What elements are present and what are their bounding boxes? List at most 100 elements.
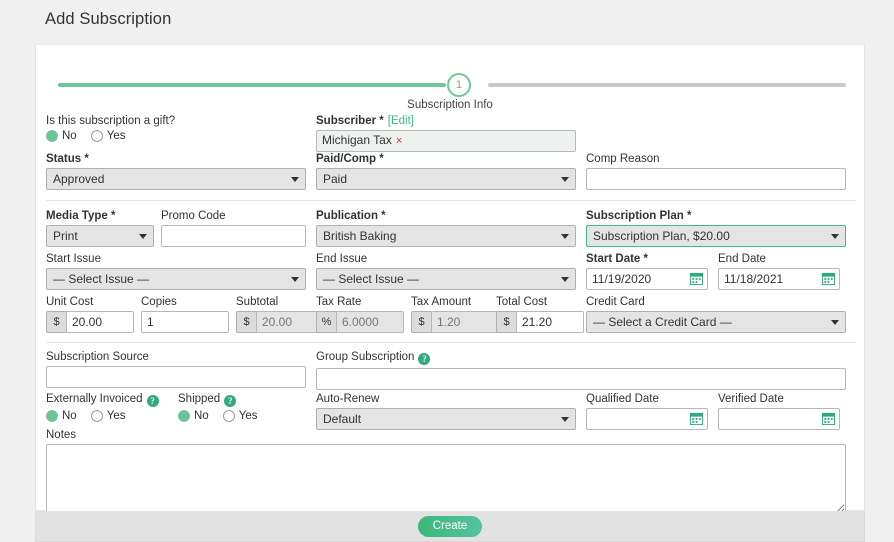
publication-select-wrap: British Baking bbox=[316, 225, 576, 247]
subscription-plan-field: Subscription Plan * Subscription Plan, $… bbox=[586, 210, 846, 247]
start-issue-select-wrap: — Select Issue — bbox=[46, 268, 306, 290]
tax-amount-input bbox=[431, 311, 499, 333]
promo-code-input[interactable] bbox=[161, 225, 306, 247]
shipped-field: Shipped? No Yes bbox=[178, 393, 308, 422]
total-cost-input[interactable] bbox=[516, 311, 584, 333]
copies-field: Copies bbox=[141, 296, 229, 333]
verified-date-label: Verified Date bbox=[718, 393, 784, 405]
start-date-input[interactable] bbox=[586, 268, 708, 290]
media-type-field: Media Type * Print bbox=[46, 210, 154, 247]
end-date-input[interactable] bbox=[718, 268, 840, 290]
verified-date-field: Verified Date bbox=[718, 393, 840, 430]
tax-amount-field: Tax Amount $ bbox=[411, 296, 499, 333]
externally-invoiced-label-text: Externally Invoiced bbox=[46, 393, 143, 405]
status-field: Status * Approved bbox=[46, 153, 306, 190]
start-date-input-wrap bbox=[586, 268, 708, 290]
gift-radio-yes-label: Yes bbox=[106, 130, 126, 142]
gift-radio-group: No Yes bbox=[46, 130, 306, 142]
status-select-wrap: Approved bbox=[46, 168, 306, 190]
gift-radio-no-label: No bbox=[62, 130, 77, 142]
tax-amount-input-wrap: $ bbox=[411, 311, 499, 333]
shipped-radio-yes[interactable] bbox=[222, 410, 235, 422]
subscription-source-label: Subscription Source bbox=[46, 351, 149, 363]
subscription-source-field: Subscription Source bbox=[46, 351, 306, 388]
subscriber-field: Subscriber * [Edit] Michigan Tax × bbox=[316, 115, 576, 152]
gift-label: Is this subscription a gift? bbox=[46, 115, 176, 127]
paid-comp-select-wrap: Paid bbox=[316, 168, 576, 190]
paid-comp-field: Paid/Comp * Paid bbox=[316, 153, 576, 190]
subscriber-token-label: Michigan Tax bbox=[322, 133, 392, 147]
total-cost-label: Total Cost bbox=[496, 296, 548, 308]
verified-date-input-wrap bbox=[718, 408, 840, 430]
qualified-date-label: Qualified Date bbox=[586, 393, 659, 405]
qualified-date-input[interactable] bbox=[586, 408, 708, 430]
tax-rate-input bbox=[336, 311, 404, 333]
subscriber-token-field[interactable]: Michigan Tax × bbox=[316, 130, 576, 152]
unit-cost-label: Unit Cost bbox=[46, 296, 94, 308]
page-root: Add Subscription 1 Subscription Info Is … bbox=[0, 0, 894, 542]
notes-label: Notes bbox=[46, 429, 77, 441]
auto-renew-select[interactable]: Default bbox=[316, 408, 576, 430]
verified-date-input[interactable] bbox=[718, 408, 840, 430]
subscriber-label-text: Subscriber * bbox=[316, 115, 384, 127]
help-icon[interactable]: ? bbox=[418, 353, 431, 365]
subscription-plan-select[interactable]: Subscription Plan, $20.00 bbox=[586, 225, 846, 247]
end-date-field: End Date bbox=[718, 253, 840, 290]
gift-field: Is this subscription a gift? No Yes bbox=[46, 115, 306, 142]
subscriber-edit-link[interactable]: [Edit] bbox=[388, 115, 414, 127]
promo-code-label: Promo Code bbox=[161, 210, 226, 222]
currency-prefix-icon: $ bbox=[236, 311, 256, 333]
gift-radio-yes[interactable] bbox=[90, 130, 103, 142]
notes-field: Notes bbox=[46, 429, 846, 519]
shipped-radio-no[interactable] bbox=[178, 410, 190, 422]
unit-cost-input[interactable] bbox=[66, 311, 134, 333]
tax-rate-label: Tax Rate bbox=[316, 296, 362, 308]
end-issue-label: End Issue bbox=[316, 253, 368, 265]
media-type-select-wrap: Print bbox=[46, 225, 154, 247]
end-issue-select[interactable]: — Select Issue — bbox=[316, 268, 576, 290]
currency-prefix-icon: $ bbox=[46, 311, 66, 333]
media-type-select[interactable]: Print bbox=[46, 225, 154, 247]
externally-invoiced-radio-no-label: No bbox=[62, 410, 77, 422]
help-icon[interactable]: ? bbox=[146, 395, 159, 407]
help-icon[interactable]: ? bbox=[224, 395, 237, 407]
subscriber-token-remove-icon[interactable]: × bbox=[396, 135, 402, 147]
media-type-label: Media Type * bbox=[46, 210, 116, 222]
end-date-input-wrap bbox=[718, 268, 840, 290]
subscription-plan-select-wrap: Subscription Plan, $20.00 bbox=[586, 225, 846, 247]
notes-textarea[interactable] bbox=[46, 444, 846, 514]
start-date-field: Start Date * bbox=[586, 253, 708, 290]
externally-invoiced-radio-yes[interactable] bbox=[90, 410, 103, 422]
status-label: Status * bbox=[46, 153, 89, 165]
page-title: Add Subscription bbox=[45, 10, 172, 28]
externally-invoiced-radio-yes-label: Yes bbox=[106, 410, 126, 422]
create-button[interactable]: Create bbox=[418, 516, 482, 537]
group-subscription-input[interactable] bbox=[316, 368, 846, 390]
copies-input[interactable] bbox=[141, 311, 229, 333]
shipped-radio-group: No Yes bbox=[178, 410, 308, 422]
publication-select[interactable]: British Baking bbox=[316, 225, 576, 247]
subscriber-label: Subscriber * [Edit] bbox=[316, 115, 576, 127]
subtotal-input bbox=[256, 311, 324, 333]
credit-card-select[interactable]: — Select a Credit Card — bbox=[586, 311, 846, 333]
start-issue-select[interactable]: — Select Issue — bbox=[46, 268, 306, 290]
stepper-step-1-circle[interactable]: 1 bbox=[447, 73, 471, 97]
tax-rate-field: Tax Rate % bbox=[316, 296, 404, 333]
gift-radio-no[interactable] bbox=[46, 130, 58, 142]
qualified-date-input-wrap bbox=[586, 408, 708, 430]
stepper-step-1-label: Subscription Info bbox=[407, 99, 493, 111]
comp-reason-field: Comp Reason bbox=[586, 153, 846, 190]
subscription-source-input[interactable] bbox=[46, 366, 306, 388]
stepper-progress-remaining bbox=[488, 83, 846, 87]
group-subscription-label: Group Subscription? bbox=[316, 351, 846, 365]
status-select[interactable]: Approved bbox=[46, 168, 306, 190]
percent-prefix-icon: % bbox=[316, 311, 336, 333]
auto-renew-field: Auto-Renew Default bbox=[316, 393, 576, 430]
externally-invoiced-radio-no[interactable] bbox=[46, 410, 58, 422]
start-issue-field: Start Issue — Select Issue — bbox=[46, 253, 306, 290]
total-cost-field: Total Cost $ bbox=[496, 296, 584, 333]
comp-reason-input[interactable] bbox=[586, 168, 846, 190]
paid-comp-select[interactable]: Paid bbox=[316, 168, 576, 190]
copies-label: Copies bbox=[141, 296, 177, 308]
credit-card-field: Credit Card — Select a Credit Card — bbox=[586, 296, 846, 333]
